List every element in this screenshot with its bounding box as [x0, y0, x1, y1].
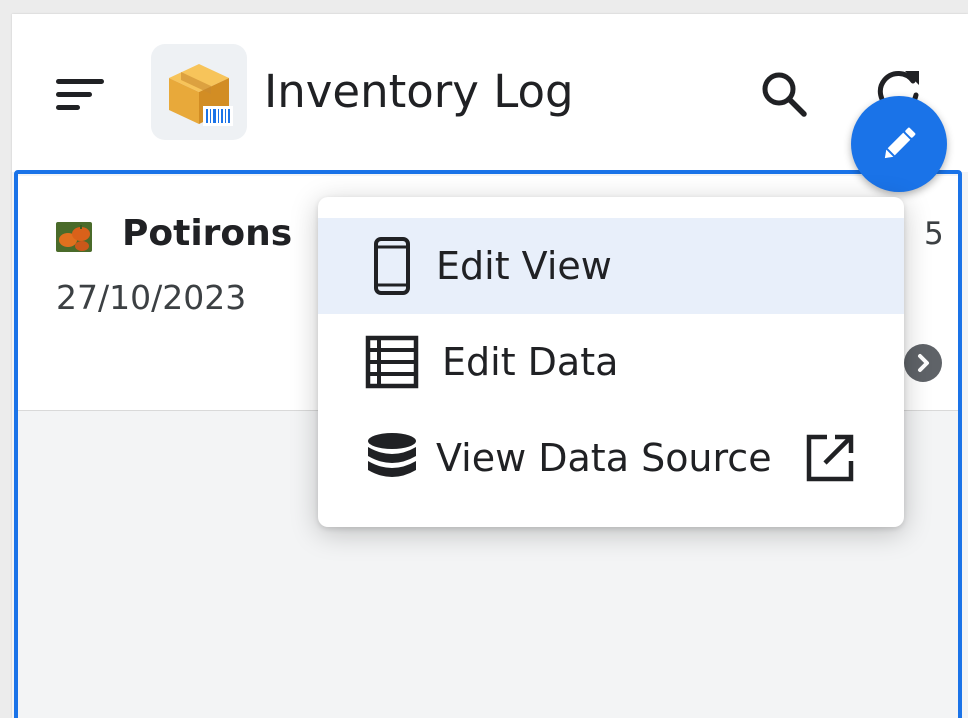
menu-item-label: View Data Source — [436, 436, 772, 480]
app-window: Inventory Log Potirons 27/10/2023 5 Edit… — [12, 14, 968, 718]
app-bar: Inventory Log — [12, 14, 968, 173]
pencil-icon — [884, 127, 916, 159]
pumpkin-thumbnail — [56, 222, 92, 252]
search-icon — [762, 72, 807, 117]
app-title: Inventory Log — [264, 65, 574, 118]
edit-menu: Edit View Edit Data View Data Source — [318, 197, 904, 527]
chevron-right-icon[interactable] — [904, 344, 942, 382]
row-title: Potirons — [122, 213, 293, 254]
menu-item-label: Edit View — [436, 244, 612, 288]
database-icon — [362, 428, 422, 488]
open-in-new-icon — [800, 428, 860, 488]
menu-button[interactable] — [50, 72, 110, 118]
menu-item-label: Edit Data — [442, 340, 619, 384]
edit-fab-button[interactable] — [851, 96, 947, 192]
package-barcode-icon — [169, 64, 233, 126]
search-button[interactable] — [754, 64, 814, 124]
menu-icon — [56, 79, 104, 110]
menu-item-edit-data[interactable]: Edit Data — [318, 314, 904, 410]
app-logo — [151, 44, 247, 140]
row-quantity: 5 — [924, 216, 944, 252]
row-date: 27/10/2023 — [56, 278, 247, 317]
menu-item-view-data-source[interactable]: View Data Source — [318, 410, 904, 506]
menu-item-edit-view[interactable]: Edit View — [318, 218, 904, 314]
phone-icon — [362, 236, 422, 296]
table-icon — [362, 332, 422, 392]
